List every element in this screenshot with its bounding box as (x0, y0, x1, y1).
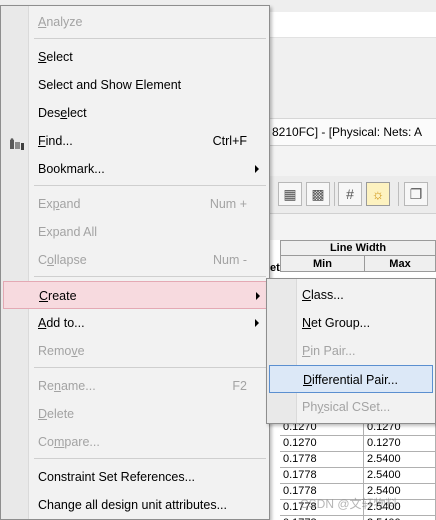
cube-icon[interactable]: ▦ (278, 182, 302, 206)
toolbar-separator (334, 182, 335, 206)
submenu-item-differential-pair[interactable]: Differential Pair... (269, 365, 433, 393)
menu-item-label: Remove (38, 344, 85, 358)
menu-item-select[interactable]: Select (3, 43, 268, 71)
menu-separator (34, 276, 266, 277)
copy-icon[interactable]: ❐ (404, 182, 428, 206)
sun-icon[interactable]: ☼ (366, 182, 390, 206)
max-column-header[interactable]: Max (364, 255, 436, 272)
menu-item-bookmark[interactable]: Bookmark... (3, 155, 268, 183)
background-panel (270, 12, 436, 38)
hash-icon[interactable]: # (338, 182, 362, 206)
toolbar: ▦ ▩ # ☼ ❐ (270, 176, 436, 214)
document-title-bar: 8210FC] - [Physical: Nets: A (270, 118, 436, 146)
background-gap (270, 214, 436, 240)
table-cell-min[interactable]: 0.1778 (280, 468, 364, 484)
menu-item-label: Bookmark... (38, 162, 105, 176)
menu-item-label: Analyze (38, 15, 83, 29)
menu-item-label: Pin Pair... (302, 344, 356, 358)
menu-separator (34, 38, 266, 39)
menu-item-delete[interactable]: Delete (3, 400, 268, 428)
table-cell-min[interactable]: 0.1778 (280, 452, 364, 468)
menu-item-label: Select (38, 50, 73, 64)
background-panel-lower (270, 38, 436, 118)
menu-item-label: Delete (38, 407, 75, 421)
menu-item-label: Change all design unit attributes... (38, 498, 228, 512)
menu-separator (34, 458, 266, 459)
menu-separator (34, 367, 266, 368)
submenu-arrow-icon (255, 165, 259, 173)
table-cell-min[interactable]: 0.1778 (280, 516, 364, 520)
menu-item-constraint-set-references[interactable]: Constraint Set References... (3, 463, 268, 491)
menu-item-find[interactable]: Find... Ctrl+F (3, 127, 268, 155)
menu-item-label: Constraint Set References... (38, 470, 196, 484)
menu-item-rename[interactable]: Rename... F2 (3, 372, 268, 400)
table-cell-max[interactable]: 0.1270 (364, 436, 436, 452)
menu-item-shortcut: Num - (212, 253, 247, 267)
menu-item-label: Class... (302, 288, 344, 302)
context-menu: Analyze Select Select and Show Element Dese… (0, 5, 270, 520)
menu-item-label: Select and Show Element (38, 78, 182, 92)
menu-item-label: Add to... (38, 316, 85, 330)
menu-item-expand[interactable]: Expand Num + (3, 190, 268, 218)
submenu-arrow-icon (255, 319, 259, 327)
menu-separator (34, 185, 266, 186)
toolbar-separator (398, 182, 399, 206)
watermark: CSDN @文轩物料 (300, 497, 398, 511)
line-width-header: Line Width (280, 240, 436, 256)
menu-item-change-all-design-unit-attributes[interactable]: Change all design unit attributes... (3, 491, 268, 519)
submenu-item-class[interactable]: Class... (269, 281, 433, 309)
table-cell-max[interactable]: 2.5400 (364, 516, 436, 520)
submenu-item-physical-cset[interactable]: Physical CSet... (269, 393, 433, 421)
document-title: 8210FC] - [Physical: Nets: A (272, 125, 423, 139)
submenu-item-pin-pair[interactable]: Pin Pair... (269, 337, 433, 365)
menu-item-label: Compare... (38, 435, 100, 449)
create-submenu: Class... Net Group... Pin Pair... Different… (266, 278, 436, 424)
menu-item-compare[interactable]: Compare... (3, 428, 268, 456)
menu-item-label: Differential Pair... (303, 373, 398, 387)
menu-item-label: Expand All (38, 225, 98, 239)
submenu-arrow-icon (256, 292, 260, 300)
menu-item-label: Deselect (38, 106, 87, 120)
menu-item-shortcut: Num + (209, 197, 247, 211)
menu-item-add-to[interactable]: Add to... (3, 309, 268, 337)
grid-icon[interactable]: ▩ (306, 182, 330, 206)
table-cell-max[interactable]: 2.5400 (364, 452, 436, 468)
menu-item-shortcut: F2 (232, 379, 247, 393)
menu-item-select-and-show-element[interactable]: Select and Show Element (3, 71, 268, 99)
submenu-item-net-group[interactable]: Net Group... (269, 309, 433, 337)
menu-item-shortcut: Ctrl+F (212, 134, 247, 148)
table-cell-max[interactable]: 2.5400 (364, 468, 436, 484)
menu-item-expand-all[interactable]: Expand All (3, 218, 268, 246)
menu-item-label: Net Group... (302, 316, 371, 330)
menu-item-deselect[interactable]: Deselect (3, 99, 268, 127)
table-cell-min[interactable]: 0.1270 (280, 436, 364, 452)
menu-item-create[interactable]: Create (3, 281, 268, 309)
menu-item-collapse[interactable]: Collapse Num - (3, 246, 268, 274)
menu-item-analyze[interactable]: Analyze (3, 8, 268, 36)
menu-item-remove[interactable]: Remove (3, 337, 268, 365)
menu-item-label: Physical CSet... (302, 400, 391, 414)
background-blank-area (270, 146, 436, 176)
min-column-header[interactable]: Min (280, 255, 365, 272)
menu-item-label: Create (39, 289, 77, 303)
